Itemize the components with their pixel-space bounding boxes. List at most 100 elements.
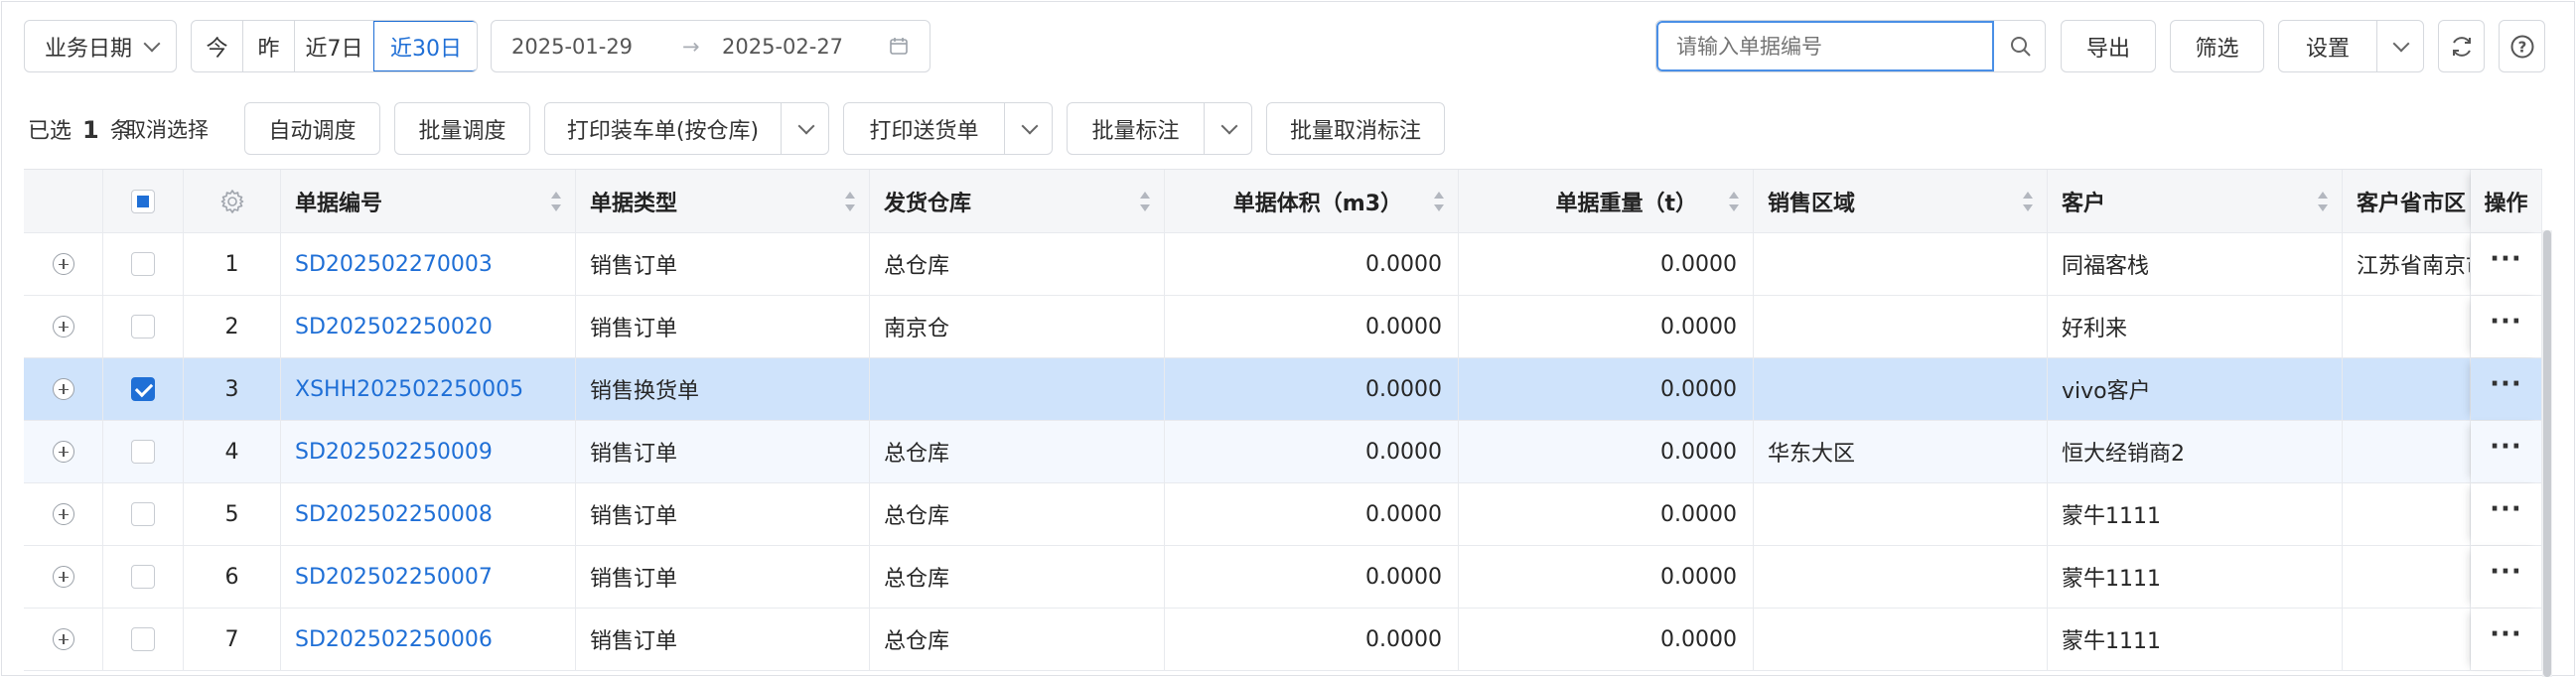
order-code-link[interactable]: XSHH202502250005 bbox=[295, 377, 523, 402]
more-icon[interactable]: ··· bbox=[2490, 244, 2522, 274]
row-checkbox[interactable] bbox=[131, 252, 155, 276]
cancel-selection-link[interactable]: 取消选择 bbox=[125, 114, 209, 144]
expand-icon[interactable] bbox=[52, 253, 74, 275]
table-row[interactable]: 4 SD202502250009 销售订单 总仓库 0.0000 0.0000 … bbox=[24, 421, 2542, 483]
header-operation-label: 操作 bbox=[2484, 191, 2528, 216]
header-warehouse[interactable]: 发货仓库 bbox=[870, 170, 1165, 232]
table-row[interactable]: 3 XSHH202502250005 销售换货单 0.0000 0.0000 v… bbox=[24, 358, 2542, 421]
expand-icon[interactable] bbox=[52, 566, 74, 588]
expand-cell bbox=[24, 421, 103, 482]
date-type-select[interactable]: 业务日期 bbox=[24, 20, 177, 72]
code-cell: SD202502250020 bbox=[281, 296, 576, 357]
print-loading-button[interactable]: 打印装车单(按仓库) bbox=[545, 103, 781, 154]
batch-mark-dropdown[interactable] bbox=[1204, 103, 1253, 154]
sort-icon[interactable] bbox=[2318, 191, 2328, 211]
header-expand-cell bbox=[24, 170, 103, 232]
order-code-link[interactable]: SD202502250009 bbox=[295, 440, 493, 465]
quick-date-today[interactable]: 今 bbox=[192, 21, 243, 71]
filter-button[interactable]: 筛选 bbox=[2170, 20, 2264, 72]
row-index: 5 bbox=[224, 501, 239, 527]
date-range-picker[interactable]: 2025-01-29 → 2025-02-27 bbox=[491, 20, 930, 72]
row-checkbox[interactable] bbox=[131, 627, 155, 651]
search-input[interactable] bbox=[1656, 21, 1994, 71]
more-icon[interactable]: ··· bbox=[2490, 307, 2522, 337]
sort-icon[interactable] bbox=[2023, 191, 2033, 211]
table-scrollbar[interactable] bbox=[2542, 230, 2552, 677]
table-row[interactable]: 1 SD202502270003 销售订单 总仓库 0.0000 0.0000 … bbox=[24, 233, 2542, 296]
more-icon[interactable]: ··· bbox=[2490, 557, 2522, 587]
selection-summary: 已选 1 条 bbox=[28, 113, 132, 145]
operation-cell: ··· bbox=[2471, 296, 2542, 357]
quick-date-group: 今 昨 近7日 近30日 bbox=[191, 20, 478, 72]
export-button[interactable]: 导出 bbox=[2061, 20, 2156, 72]
scrollbar-thumb[interactable] bbox=[2543, 230, 2551, 677]
header-province[interactable]: 客户省市区 bbox=[2343, 170, 2471, 232]
customer-province: 江苏省南京市 bbox=[2357, 254, 2470, 279]
weight-cell: 0.0000 bbox=[1459, 358, 1754, 420]
header-type[interactable]: 单据类型 bbox=[576, 170, 870, 232]
expand-icon[interactable] bbox=[52, 628, 74, 650]
sort-icon[interactable] bbox=[1140, 191, 1150, 211]
header-customer[interactable]: 客户 bbox=[2048, 170, 2343, 232]
search-button[interactable] bbox=[1994, 21, 2045, 71]
more-icon[interactable]: ··· bbox=[2490, 494, 2522, 524]
order-code-link[interactable]: SD202502250007 bbox=[295, 565, 493, 590]
refresh-button[interactable] bbox=[2438, 20, 2485, 72]
help-button[interactable]: ? bbox=[2499, 20, 2545, 72]
more-icon[interactable]: ··· bbox=[2490, 619, 2522, 649]
row-checkbox[interactable] bbox=[131, 502, 155, 526]
sort-icon[interactable] bbox=[551, 191, 561, 211]
settings-dropdown[interactable] bbox=[2376, 21, 2425, 71]
header-volume[interactable]: 单据体积（m3） bbox=[1165, 170, 1459, 232]
expand-icon[interactable] bbox=[52, 441, 74, 463]
row-checkbox[interactable] bbox=[131, 315, 155, 338]
code-cell: SD202502250007 bbox=[281, 546, 576, 608]
more-icon[interactable]: ··· bbox=[2490, 369, 2522, 399]
row-checkbox[interactable] bbox=[131, 440, 155, 464]
header-code[interactable]: 单据编号 bbox=[281, 170, 576, 232]
select-cell bbox=[103, 421, 184, 482]
weight-cell: 0.0000 bbox=[1459, 296, 1754, 357]
more-icon[interactable]: ··· bbox=[2490, 432, 2522, 462]
batch-dispatch-button[interactable]: 批量调度 bbox=[394, 102, 530, 155]
print-loading-dropdown[interactable] bbox=[781, 103, 830, 154]
order-code-link[interactable]: SD202502270003 bbox=[295, 252, 493, 277]
header-weight[interactable]: 单据重量（t） bbox=[1459, 170, 1754, 232]
settings-button[interactable]: 设置 bbox=[2279, 21, 2376, 71]
order-code-link[interactable]: SD202502250008 bbox=[295, 502, 493, 527]
table-row[interactable]: 7 SD202502250006 销售订单 总仓库 0.0000 0.0000 … bbox=[24, 609, 2542, 671]
volume: 0.0000 bbox=[1365, 376, 1442, 402]
expand-icon[interactable] bbox=[52, 316, 74, 338]
selected-count: 1 bbox=[82, 116, 99, 144]
quick-date-7days[interactable]: 近7日 bbox=[295, 21, 373, 71]
expand-icon[interactable] bbox=[52, 503, 74, 525]
sort-icon[interactable] bbox=[845, 191, 855, 211]
order-code-link[interactable]: SD202502250020 bbox=[295, 315, 493, 339]
print-delivery-dropdown[interactable] bbox=[1004, 103, 1054, 154]
auto-dispatch-button[interactable]: 自动调度 bbox=[244, 102, 380, 155]
select-all-checkbox[interactable] bbox=[131, 189, 155, 213]
settings-label: 设置 bbox=[2305, 36, 2350, 62]
batch-mark-button[interactable]: 批量标注 bbox=[1068, 103, 1204, 154]
table-row[interactable]: 6 SD202502250007 销售订单 总仓库 0.0000 0.0000 … bbox=[24, 546, 2542, 609]
calendar-icon bbox=[890, 38, 908, 55]
print-delivery-button[interactable]: 打印送货单 bbox=[844, 103, 1004, 154]
row-checkbox[interactable] bbox=[131, 565, 155, 589]
gear-icon[interactable] bbox=[219, 189, 245, 214]
weight-cell: 0.0000 bbox=[1459, 609, 1754, 670]
header-region[interactable]: 销售区域 bbox=[1754, 170, 2048, 232]
sort-icon[interactable] bbox=[1434, 191, 1444, 211]
sort-icon[interactable] bbox=[1729, 191, 1739, 211]
code-cell: SD202502250009 bbox=[281, 421, 576, 482]
expand-icon[interactable] bbox=[52, 378, 74, 400]
order-code-link[interactable]: SD202502250006 bbox=[295, 627, 493, 652]
table-row[interactable]: 2 SD202502250020 销售订单 南京仓 0.0000 0.0000 … bbox=[24, 296, 2542, 358]
table-row[interactable]: 5 SD202502250008 销售订单 总仓库 0.0000 0.0000 … bbox=[24, 483, 2542, 546]
province-cell bbox=[2343, 609, 2471, 670]
batch-unmark-button[interactable]: 批量取消标注 bbox=[1266, 102, 1445, 155]
print-delivery-label: 打印送货单 bbox=[869, 118, 979, 144]
row-checkbox[interactable] bbox=[131, 377, 155, 401]
quick-date-yesterday[interactable]: 昨 bbox=[243, 21, 295, 71]
quick-date-30days[interactable]: 近30日 bbox=[373, 21, 477, 71]
operation-cell: ··· bbox=[2471, 483, 2542, 545]
